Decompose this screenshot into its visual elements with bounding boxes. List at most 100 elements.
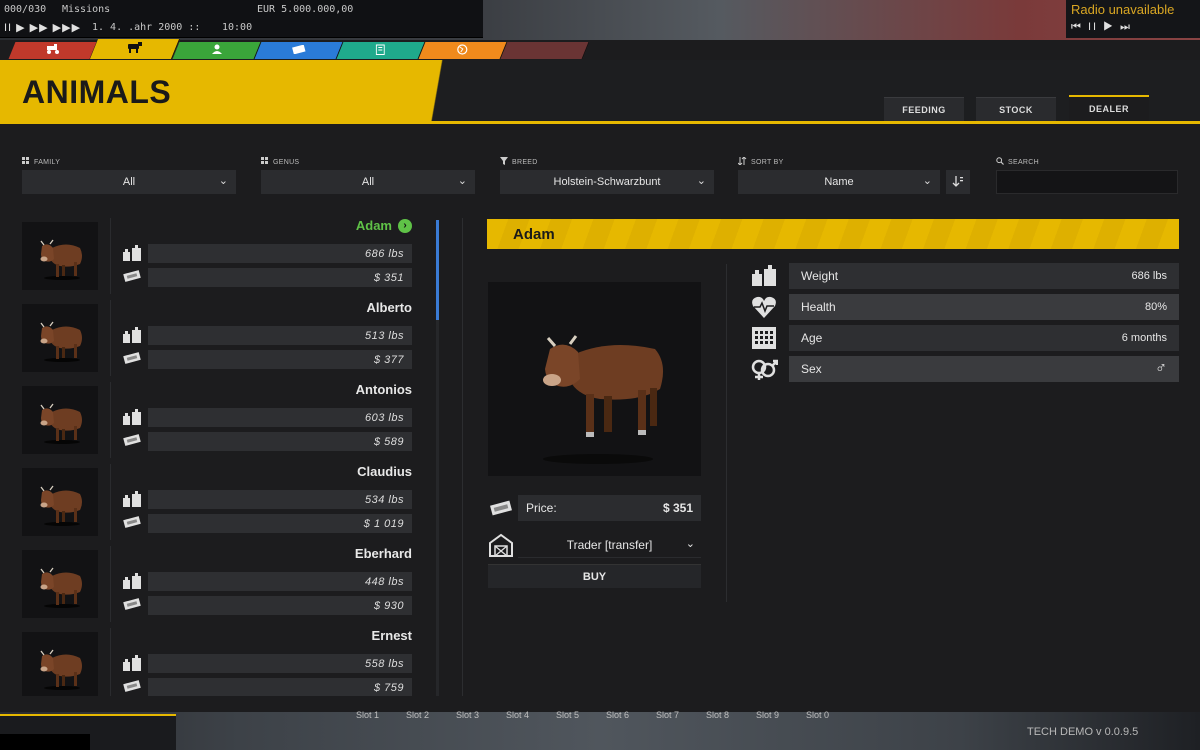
cow-thumbnail-icon [32, 554, 88, 615]
cow-thumbnail-icon [32, 226, 88, 287]
version-label: TECH DEMO v 0.0.9.5 [1027, 726, 1139, 738]
chevron-down-icon: ⌄ [218, 175, 228, 187]
weight-icon [122, 573, 144, 590]
tab-dealer[interactable]: DEALER [1069, 95, 1149, 121]
animal-weight: 558 lbs [148, 654, 412, 673]
tab-contracts[interactable] [336, 42, 426, 59]
weight-row: Weight 686 lbs [750, 263, 1179, 289]
animal-name: Claudius [357, 464, 412, 479]
list-scrollbar-thumb[interactable] [436, 220, 439, 320]
animal-thumbnail [22, 632, 98, 696]
panel-divider [462, 218, 463, 696]
tab-finances[interactable] [254, 42, 344, 59]
hotbar-slot[interactable]: Slot 5 [556, 710, 579, 720]
breed-select[interactable]: Holstein-Schwarzbunt ⌄ [500, 170, 714, 194]
tab-extra[interactable] [500, 42, 590, 59]
price-bar: Price: $ 351 [518, 495, 701, 521]
buy-button[interactable]: BUY [488, 564, 701, 588]
search-input[interactable] [996, 170, 1178, 194]
detail-animal-name: Adam [513, 225, 555, 243]
weight-icon [750, 263, 778, 289]
item-separator [110, 300, 111, 376]
person-icon [211, 44, 222, 57]
hotbar-slot[interactable]: Slot 4 [506, 710, 529, 720]
animal-price: $ 377 [148, 350, 412, 369]
animal-list-item[interactable]: Claudius 534 lbs $ 1 019 [22, 464, 414, 540]
tab-map[interactable] [418, 42, 508, 59]
tab-stock[interactable]: STOCK [976, 97, 1056, 121]
hotbar-slot[interactable]: Slot 1 [356, 710, 379, 720]
animal-list-item[interactable]: Adam › 686 lbs $ 351 [22, 218, 414, 294]
genus-value: All [361, 176, 375, 188]
detail-divider [726, 264, 727, 602]
sort-select[interactable]: Name ⌄ [738, 170, 940, 194]
genus-label: GENUS [273, 158, 300, 166]
selected-check-icon: › [398, 218, 412, 233]
weight-stat: 513 lbs [122, 326, 414, 345]
money-icon [122, 433, 144, 450]
animal-price: $ 589 [148, 432, 412, 451]
funnel-icon [500, 157, 508, 167]
chevron-down-icon: ⌄ [457, 175, 467, 187]
animal-name: Adam › [356, 218, 412, 233]
tab-animals[interactable] [89, 39, 181, 59]
money-icon [488, 499, 514, 522]
search-filter: SEARCH [996, 156, 1180, 194]
animal-thumbnail [22, 386, 98, 454]
weight-stat: 534 lbs [122, 490, 414, 509]
radio-controls[interactable]: ⏮ II ▶ ⏭ [1071, 21, 1132, 34]
hud-date: 1. 4. .ahr 2000 :: [92, 22, 201, 33]
animal-list-item[interactable]: Alberto 513 lbs $ 377 [22, 300, 414, 376]
hotbar-slot[interactable]: Slot 3 [456, 710, 479, 720]
family-select[interactable]: All ⌄ [22, 170, 236, 194]
hotbar-slot[interactable]: Slot 8 [706, 710, 729, 720]
breed-label: BREED [512, 158, 538, 166]
radio-status: Radio unavailable [1071, 2, 1175, 17]
health-heart-icon [750, 294, 778, 320]
animal-weight: 534 lbs [148, 490, 412, 509]
animal-weight: 448 lbs [148, 572, 412, 591]
male-symbol: ♂ [1155, 360, 1167, 377]
genus-select[interactable]: All ⌄ [261, 170, 475, 194]
tab-vehicles[interactable] [8, 42, 98, 59]
detail-header: Adam [487, 219, 1179, 249]
hud-counter: 000/030 [4, 4, 47, 15]
weight-icon [122, 327, 144, 344]
globe-icon [457, 43, 468, 58]
animal-list-item[interactable]: Antonios 603 lbs $ 589 [22, 382, 414, 458]
tab-workers[interactable] [172, 42, 262, 59]
animal-price: $ 759 [148, 678, 412, 696]
hotbar-slot[interactable]: Slot 2 [406, 710, 429, 720]
hotbar-slot[interactable]: Slot 9 [756, 710, 779, 720]
hotbar-slot[interactable]: Slot 0 [806, 710, 829, 720]
hotbar-slot[interactable]: Slot 6 [606, 710, 629, 720]
hotbar [0, 712, 1200, 750]
sort-direction-button[interactable] [946, 170, 970, 194]
price-stat: $ 351 [122, 268, 414, 287]
page-title: ANIMALS [22, 74, 172, 110]
time-speed-controls[interactable]: II ▶ ▶▶ ▶▶▶ [4, 21, 81, 34]
animal-name-text: Ernest [371, 628, 412, 643]
sort-icon [737, 156, 747, 167]
health-value: 80% [1144, 301, 1167, 313]
weight-value: 686 lbs [1131, 270, 1167, 282]
tab-feeding[interactable]: FEEDING [884, 97, 964, 121]
destination-row: Trader [transfer] ⌄ [488, 532, 701, 558]
weight-icon [122, 491, 144, 508]
animal-preview-image [488, 282, 701, 476]
animal-list-item[interactable]: Eberhard 448 lbs $ 930 [22, 546, 414, 622]
money-icon [122, 351, 144, 368]
destination-select[interactable]: Trader [transfer] ⌄ [518, 532, 701, 558]
item-separator [110, 546, 111, 622]
animal-name: Antonios [356, 382, 412, 397]
health-row: Health 80% [750, 294, 1179, 320]
hotbar-slot[interactable]: Slot 7 [656, 710, 679, 720]
price-stat: $ 377 [122, 350, 414, 369]
animal-price: $ 1 019 [148, 514, 412, 533]
age-row: Age 6 months [750, 325, 1179, 351]
item-separator [110, 464, 111, 540]
animal-list-item[interactable]: Ernest 558 lbs $ 759 [22, 628, 414, 696]
hud-missions[interactable]: Missions [62, 4, 110, 15]
price-row: Price: $ 351 [488, 495, 701, 521]
sort-filter: SORT BY Name ⌄ [737, 156, 940, 194]
